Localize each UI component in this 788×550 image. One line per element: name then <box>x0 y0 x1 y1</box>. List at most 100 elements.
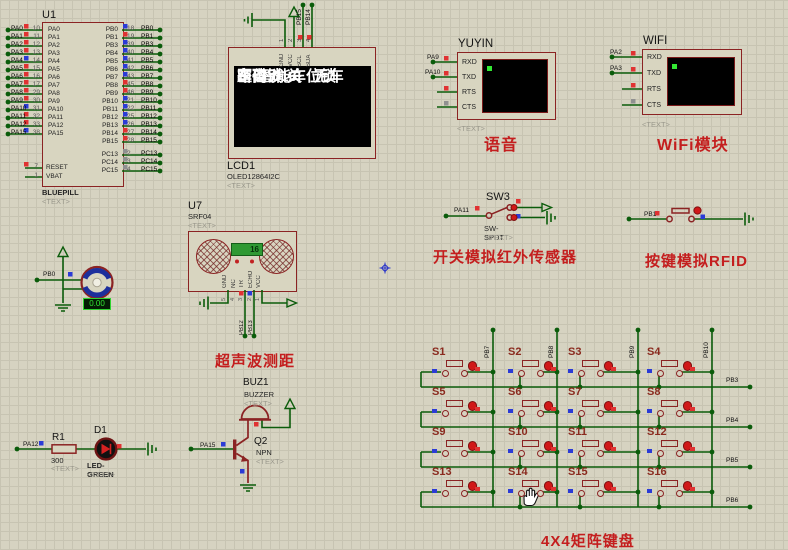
schematic-canvas[interactable]: U1 PA0 10 PA0 PA1 11 PA1 PA2 12 PA2 PA3 <box>0 0 788 550</box>
pin-name: PB0 <box>105 26 118 33</box>
lcd-pin-name: SDA <box>306 54 312 67</box>
button-cap-icon <box>445 439 463 447</box>
keypad-button[interactable]: S3 <box>568 346 616 378</box>
mcu-pin-row: PC15 4 PC15 <box>102 166 182 175</box>
module-pin-name: CTS <box>647 102 661 109</box>
pin-name: PB5 <box>105 58 118 65</box>
sonar-text-placeholder: <TEXT> <box>188 221 216 230</box>
pin-number: 22 <box>127 105 135 112</box>
keypad-button-label: S7 <box>568 386 582 398</box>
state-marker-high <box>611 366 616 371</box>
net-label-pa10: PA10 <box>425 69 441 76</box>
keypad-button[interactable]: S12 <box>647 426 695 458</box>
state-marker-high <box>690 486 695 491</box>
button-terminal <box>517 489 525 497</box>
keypad-button[interactable]: S1 <box>432 346 480 378</box>
pin-name: RESET <box>46 164 68 171</box>
sonar-pin-number: 1 <box>255 297 261 301</box>
transistor-value: NPN <box>256 448 272 457</box>
keypad-button[interactable]: S4 <box>647 346 695 378</box>
pin-number: 38 <box>32 129 40 136</box>
keypad-button[interactable]: S8 <box>647 386 695 418</box>
keypad-button[interactable]: S15 <box>568 466 616 498</box>
state-marker-high <box>690 406 695 411</box>
lcd-pin-number: 3 <box>297 38 303 42</box>
voice-module-screen <box>482 59 548 113</box>
button-terminal <box>460 489 468 497</box>
net-label: PB4 <box>141 49 154 56</box>
transducer-icon <box>258 238 294 274</box>
motor-speed-display: 0.00 <box>83 298 111 310</box>
pin-number: 16 <box>32 73 40 80</box>
keypad-button-label: S5 <box>432 386 446 398</box>
module-pin-name: RTS <box>462 89 476 96</box>
button-terminal <box>536 449 544 457</box>
state-marker-high <box>475 486 480 491</box>
net-label: PB1 <box>141 33 154 40</box>
pin-name: PB10 <box>102 98 118 105</box>
switch-actuator-icon[interactable] <box>510 204 518 221</box>
state-marker-low <box>647 488 652 493</box>
button-terminal <box>656 369 664 377</box>
net-label-pa2: PA2 <box>610 48 622 56</box>
pin-name: PB3 <box>105 42 118 49</box>
transistor-text-placeholder: <TEXT> <box>256 457 284 466</box>
keypad-button[interactable]: S11 <box>568 426 616 458</box>
pin-number: 1 <box>34 172 38 179</box>
button-cap-icon <box>581 399 599 407</box>
pin-number: 2 <box>127 150 131 157</box>
wifi-module[interactable]: WIFI RXD TXD RTS CTS <box>642 35 742 115</box>
keypad-button-label: S8 <box>647 386 661 398</box>
lcd-value: OLED12864I2C <box>227 172 280 181</box>
lcd-pin-number: 2 <box>288 38 294 42</box>
pin-name: PA9 <box>48 98 60 105</box>
wifi-module-screen <box>667 57 735 106</box>
keypad-button[interactable]: S16 <box>647 466 695 498</box>
status-led-icon <box>487 66 492 71</box>
button-cap-icon <box>521 399 539 407</box>
pin-number: 41 <box>127 57 135 64</box>
net-label: PA6 <box>11 73 23 80</box>
sonar-pin-name: ECHO <box>247 270 254 288</box>
button-terminal <box>675 489 683 497</box>
pin-number: 46 <box>127 89 135 96</box>
keypad-button[interactable]: S9 <box>432 426 480 458</box>
keypad-button[interactable]: S10 <box>508 426 556 458</box>
net-label-pa12: PA12 <box>23 441 39 448</box>
lcd-line-4: 密码:* <box>237 68 278 85</box>
state-marker-high <box>611 406 616 411</box>
net-label: PC13 <box>141 150 158 157</box>
pin-number: 12 <box>32 41 40 48</box>
keypad-button[interactable]: S13 <box>432 466 480 498</box>
button-terminal <box>596 409 604 417</box>
lcd-pin-name: SCL <box>297 55 303 67</box>
keypad-button-label: S10 <box>508 426 528 438</box>
sonar-ref: U7 <box>188 200 203 212</box>
button-cap-icon <box>660 399 678 407</box>
lcd-pin-name: VCC <box>288 54 294 67</box>
pin-number: 32 <box>32 113 40 120</box>
pin-name: PC13 <box>101 151 118 158</box>
lcd-ref: LCD1 <box>227 160 256 172</box>
keypad-button-label: S6 <box>508 386 522 398</box>
net-label: PA8 <box>11 89 23 96</box>
net-label-pb0: PB0 <box>43 271 56 278</box>
rfid-button-actuator-icon[interactable] <box>693 206 702 215</box>
keypad-button[interactable]: S5 <box>432 386 480 418</box>
net-label: PB7 <box>484 345 491 358</box>
button-terminal <box>577 369 585 377</box>
net-label: PB6 <box>726 497 739 504</box>
pin-number: 26 <box>127 121 135 128</box>
state-marker-low <box>568 408 573 413</box>
keypad-button-label: S3 <box>568 346 582 358</box>
voice-module[interactable]: YUYIN RXD TXD RTS CTS <box>457 38 556 120</box>
net-label: PB4 <box>726 417 739 424</box>
pin-number: 14 <box>32 57 40 64</box>
module-pin-name: CTS <box>462 104 476 111</box>
button-terminal <box>577 409 585 417</box>
button-terminal <box>517 369 525 377</box>
keypad-button[interactable]: S14 <box>508 466 556 498</box>
button-terminal <box>517 449 525 457</box>
keypad-button[interactable]: S7 <box>568 386 616 418</box>
keypad-button[interactable]: S6 <box>508 386 556 418</box>
